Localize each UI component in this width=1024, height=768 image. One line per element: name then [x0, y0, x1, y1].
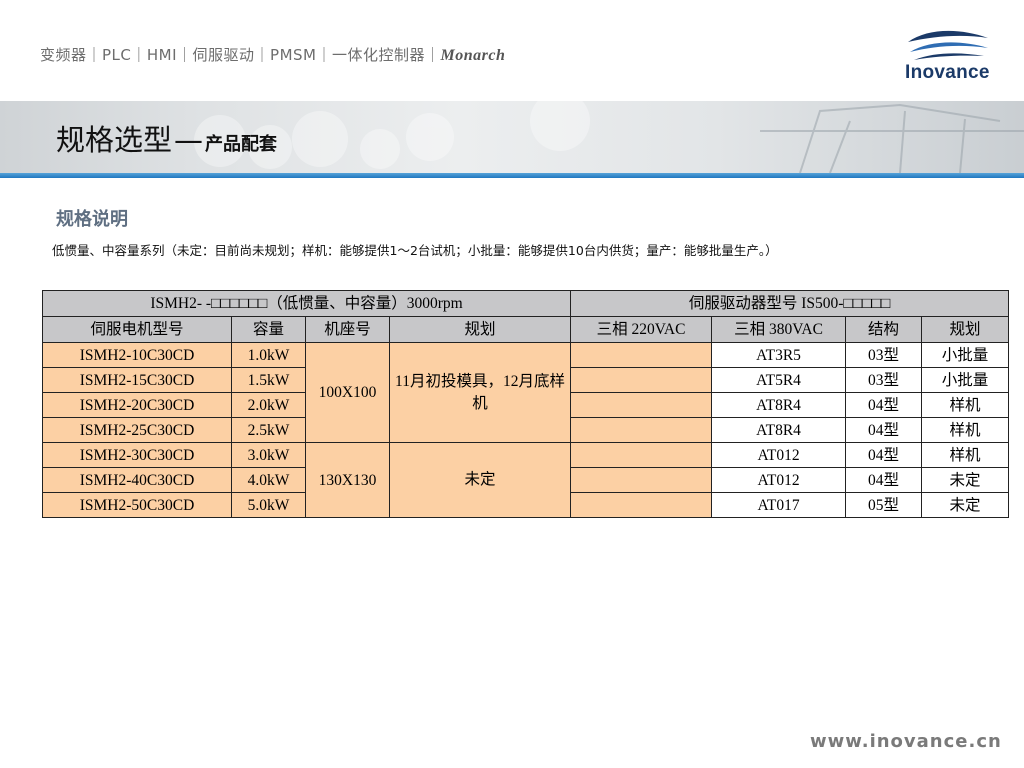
motor-series-header: ISMH2- -□□□□□□（低惯量、中容量）3000rpm	[41, 290, 572, 317]
drive-plan-cell: 小批量	[921, 342, 1010, 368]
motor-model-cell: ISMH2-20C30CD	[42, 392, 232, 418]
ac220-cell	[570, 442, 713, 468]
website-url: www.inovance.cn	[810, 731, 1002, 752]
column-header-220vac: 三相 220VAC	[570, 316, 713, 343]
legend-note: 低惯量、中容量系列（未定：目前尚未规划；样机：能够提供1～2台试机；小批量：能够…	[52, 243, 778, 258]
ac220-cell	[570, 492, 713, 518]
structure-cell: 04型	[845, 467, 923, 493]
product-line-bar: 变频器｜PLC｜HMI｜伺服驱动｜PMSM｜一体化控制器｜Monarch	[40, 44, 505, 65]
capacity-cell: 1.5kW	[231, 367, 306, 393]
table-row: ISMH2-10C30CD 1.0kW 100X100 11月初投模具，12月底…	[42, 342, 1010, 443]
product-line-text: 变频器｜PLC｜HMI｜伺服驱动｜PMSM｜一体化控制器｜	[40, 46, 441, 64]
structure-cell: 03型	[845, 342, 923, 368]
ac220-cell	[570, 417, 713, 443]
column-header-frame: 机座号	[305, 316, 390, 343]
table-group-header-row: ISMH2- -□□□□□□（低惯量、中容量）3000rpm 伺服驱动器型号 I…	[41, 290, 1010, 317]
column-header-380vac: 三相 380VAC	[711, 316, 847, 343]
page-title-main: 规格选型	[56, 123, 173, 157]
motor-plan-cell: 11月初投模具，12月底样机	[388, 342, 572, 443]
motor-model-cell: ISMH2-10C30CD	[42, 342, 232, 368]
drive-plan-cell: 小批量	[921, 367, 1010, 393]
capacity-cell: 3.0kW	[231, 442, 306, 468]
ac380-cell: AT3R5	[711, 342, 847, 368]
spec-table: ISMH2- -□□□□□□（低惯量、中容量）3000rpm 伺服驱动器型号 I…	[41, 290, 1010, 518]
ac220-cell	[570, 392, 713, 418]
ac220-cell	[570, 342, 713, 368]
capacity-cell: 2.5kW	[231, 417, 306, 443]
motor-model-cell: ISMH2-25C30CD	[42, 417, 232, 443]
brand-name: Inovance	[905, 62, 990, 83]
motor-model-cell: ISMH2-40C30CD	[42, 467, 232, 493]
table-column-header-row: 伺服电机型号 容量 机座号 规划 三相 220VAC 三相 380VAC 结构 …	[42, 316, 1010, 343]
capacity-cell: 4.0kW	[231, 467, 306, 493]
page-title-dash: —	[174, 123, 204, 157]
drive-model-header: 伺服驱动器型号 IS500-□□□□□	[570, 290, 1010, 317]
ac380-cell: AT012	[711, 442, 847, 468]
structure-cell: 05型	[845, 492, 923, 518]
ac380-cell: AT012	[711, 467, 847, 493]
section-title: 规格说明	[56, 209, 128, 230]
capacity-cell: 2.0kW	[231, 392, 306, 418]
capacity-cell: 1.0kW	[231, 342, 306, 368]
drive-plan-cell: 未定	[921, 467, 1010, 493]
frame-cell: 100X100	[305, 342, 390, 443]
column-header-drive-plan: 规划	[921, 316, 1010, 343]
drive-plan-cell: 样机	[921, 417, 1010, 443]
table-row: ISMH2-30C30CD 3.0kW 130X130 未定 AT012 04型…	[42, 442, 1010, 518]
page-title: 规格选型— 产品配套	[56, 117, 277, 159]
motor-model-cell: ISMH2-50C30CD	[42, 492, 232, 518]
monarch-logo: Monarch	[440, 47, 506, 64]
structure-cell: 04型	[845, 442, 923, 468]
page-title-sub: 产品配套	[205, 134, 278, 155]
structure-cell: 04型	[845, 392, 923, 418]
structure-cell: 04型	[845, 417, 923, 443]
ac380-cell: AT5R4	[711, 367, 847, 393]
frame-cell: 130X130	[305, 442, 390, 518]
column-header-motor-plan: 规划	[388, 316, 572, 343]
motor-model-cell: ISMH2-15C30CD	[42, 367, 232, 393]
column-header-structure: 结构	[845, 316, 923, 343]
column-header-capacity: 容量	[231, 316, 306, 343]
ac380-cell: AT8R4	[711, 417, 847, 443]
motor-model-cell: ISMH2-30C30CD	[42, 442, 232, 468]
ac380-cell: AT8R4	[711, 392, 847, 418]
column-header-motor-model: 伺服电机型号	[42, 316, 232, 343]
motor-plan-cell: 未定	[388, 442, 572, 518]
drive-plan-cell: 样机	[921, 392, 1010, 418]
drive-plan-cell: 样机	[921, 442, 1010, 468]
ac220-cell	[570, 467, 713, 493]
ac380-cell: AT017	[711, 492, 847, 518]
drive-plan-cell: 未定	[921, 492, 1010, 518]
capacity-cell: 5.0kW	[231, 492, 306, 518]
structure-cell: 03型	[845, 367, 923, 393]
ac220-cell	[570, 367, 713, 393]
banner-accent-line	[0, 173, 1024, 178]
